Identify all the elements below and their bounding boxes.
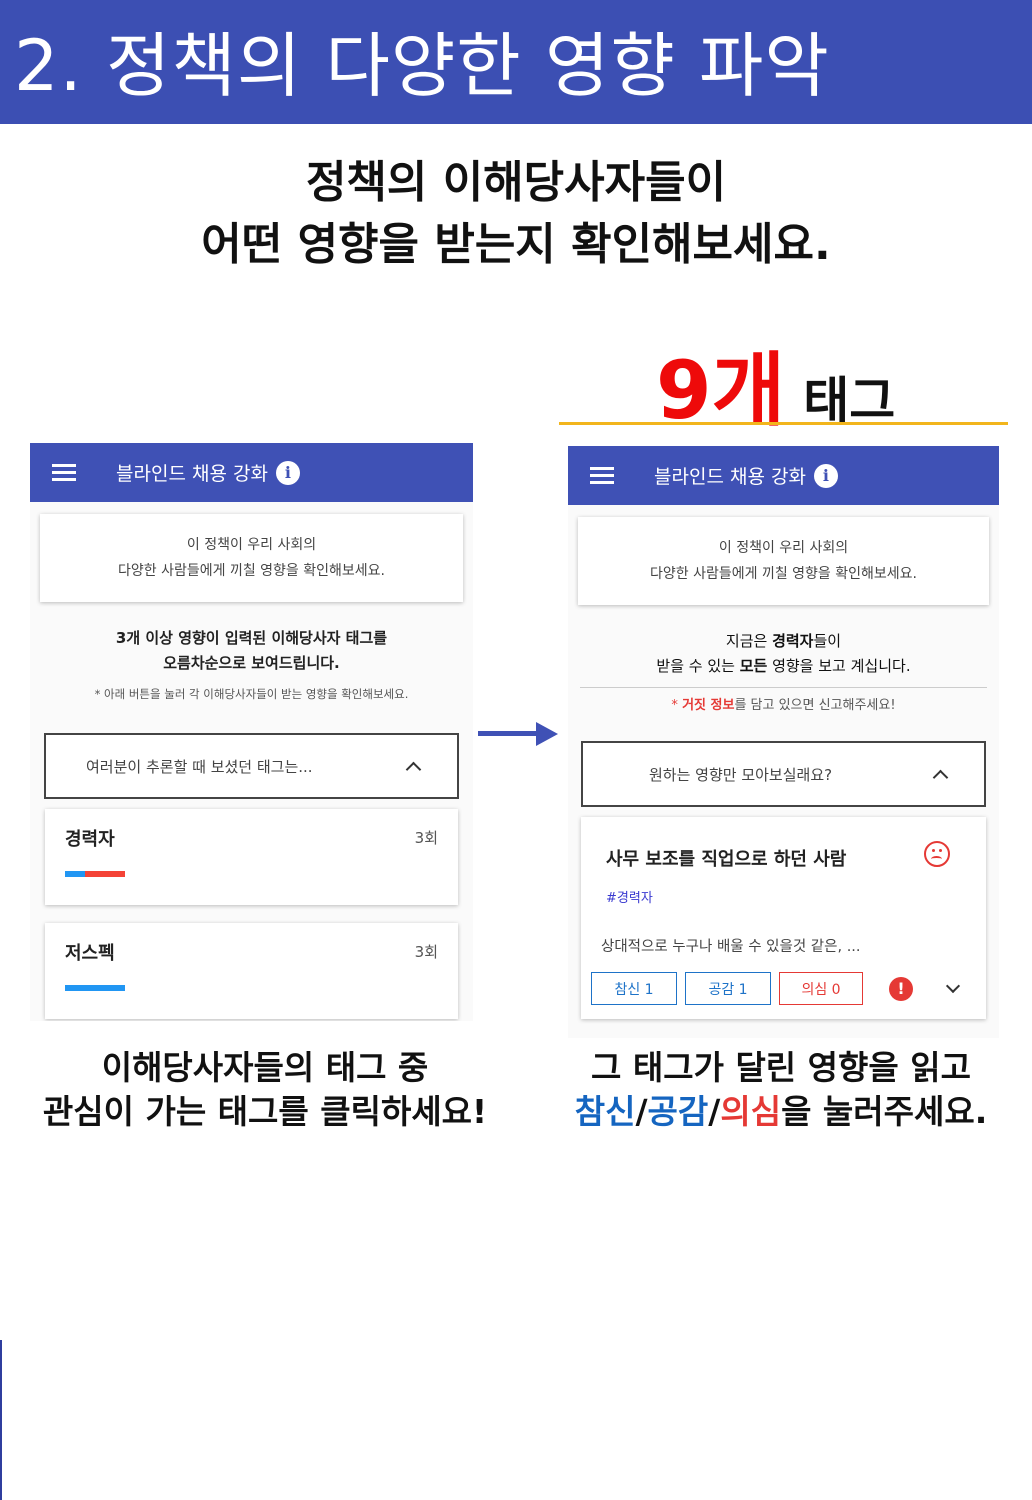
right-arrow-icon — [478, 722, 558, 746]
agree-button[interactable]: 참신 1 — [591, 972, 677, 1005]
menu-icon[interactable] — [52, 460, 76, 485]
status-info: 지금은 경력자들이 받을 수 있는 모든 영향을 보고 계십니다. — [568, 629, 999, 679]
tag-dropdown-label: 여러분이 추론할 때 보셨던 태그는... — [86, 757, 313, 776]
right-caption: 그 태그가 달린 영향을 읽고 참신/공감/의심을 눌러주세요. — [530, 1046, 1032, 1134]
app-bar: 블라인드 채용 강화 i — [30, 443, 473, 502]
left-caption: 이해당사자들의 태그 중 관심이 가는 태그를 클릭하세요! — [0, 1046, 530, 1134]
report-alert-icon[interactable]: ! — [889, 976, 913, 1001]
right-caption-line-1: 그 태그가 달린 영향을 읽고 — [591, 1048, 971, 1087]
tag-reaction-bar — [65, 985, 125, 991]
tag-info-line-2: 오름차순으로 보여드립니다. — [163, 654, 340, 672]
info-icon[interactable]: i — [813, 463, 838, 488]
chevron-up-icon — [932, 769, 949, 785]
tag-bar-segment — [85, 871, 125, 877]
vote-buttons: 참신 1 공감 1 의심 0 ! — [591, 972, 963, 1005]
status-line-2: 받을 수 있는 모든 영향을 보고 계십니다. — [656, 657, 911, 675]
tag-bar-segment — [65, 985, 125, 991]
info-icon[interactable]: i — [275, 460, 300, 485]
tag-count-label: 3회 — [414, 943, 438, 961]
impact-hashtag[interactable]: #경력자 — [606, 887, 653, 906]
tag-info-hint: * 아래 버튼을 눌러 각 이해당사자들이 받는 영향을 확인해보세요. — [94, 687, 409, 701]
tag-name: 경력자 — [65, 829, 115, 850]
chevron-down-icon — [945, 978, 961, 993]
subtitle-line-1: 정책의 이해당사자들이 — [305, 157, 727, 208]
report-notice: * 거짓 정보를 담고 있으면 신고해주세요! — [671, 698, 896, 713]
intro-line-2: 다양한 사람들에게 끼칠 영향을 확인해보세요. — [118, 563, 385, 579]
tag-card[interactable]: 저스펙 3회 — [45, 923, 458, 1019]
tag-count-label: 3회 — [414, 829, 438, 847]
intro-line-1: 이 정책이 우리 사회의 — [186, 537, 317, 553]
intro-card: 이 정책이 우리 사회의 다양한 사람들에게 끼칠 영향을 확인해보세요. — [578, 517, 989, 605]
left-caption-line-1: 이해당사자들의 태그 중 — [101, 1048, 429, 1087]
intro-card: 이 정책이 우리 사회의 다양한 사람들에게 끼칠 영향을 확인해보세요. — [40, 514, 463, 602]
right-phone-screenshot: 블라인드 채용 강화 i 이 정책이 우리 사회의 다양한 사람들에게 끼칠 영… — [568, 446, 999, 1038]
left-phone-screenshot: 블라인드 채용 강화 i 이 정책이 우리 사회의 다양한 사람들에게 끼칠 영… — [30, 443, 473, 1021]
app-bar: 블라인드 채용 강화 i — [568, 446, 999, 505]
status-tag: 경력자 — [772, 632, 814, 650]
tag-dropdown[interactable]: 여러분이 추론할 때 보셨던 태그는... — [44, 733, 459, 799]
expand-button[interactable] — [943, 978, 963, 999]
left-caption-line-2: 관심이 가는 태그를 클릭하세요! — [42, 1092, 488, 1131]
subtitle-line-2: 어떤 영향을 받는지 확인해보세요. — [201, 219, 831, 270]
impact-card: 사무 보조를 직업으로 하던 사람 #경력자 상대적으로 누구나 배울 수 있을… — [581, 817, 986, 1019]
banner-title: 2. 정책의 다양한 영향 파악 — [14, 25, 830, 107]
sad-face-icon — [924, 841, 950, 867]
chevron-up-icon — [405, 761, 422, 777]
edge-line — [0, 1340, 2, 1500]
status-line-1: 지금은 경력자들이 — [725, 632, 842, 650]
report-highlight: 거짓 정보 — [682, 698, 735, 713]
intro-line-1: 이 정책이 우리 사회의 — [718, 540, 849, 556]
impact-filter-dropdown[interactable]: 원하는 영향만 모아보실래요? — [581, 741, 986, 807]
tag-name: 저스펙 — [65, 943, 115, 964]
tag-bar-segment — [65, 871, 85, 877]
tag-count-underline — [559, 422, 1008, 425]
menu-icon[interactable] — [590, 463, 614, 488]
doubt-button[interactable]: 의심 0 — [779, 972, 863, 1005]
impact-filter-label: 원하는 영향만 모아보실래요? — [649, 765, 833, 784]
tag-reaction-bar — [65, 871, 125, 877]
divider — [580, 687, 987, 688]
right-caption-line-2: 참신/공감/의심을 눌러주세요. — [574, 1092, 988, 1131]
tag-info-line-1: 3개 이상 영향이 입력된 이해당사자 태그를 — [115, 629, 388, 647]
intro-line-2: 다양한 사람들에게 끼칠 영향을 확인해보세요. — [650, 566, 917, 582]
header-banner: 2. 정책의 다양한 영향 파악 — [0, 0, 1032, 124]
impact-title: 사무 보조를 직업으로 하던 사람 — [606, 849, 847, 870]
tag-info: 3개 이상 영향이 입력된 이해당사자 태그를 오름차순으로 보여드립니다. *… — [30, 626, 473, 707]
app-title: 블라인드 채용 강화 — [654, 466, 806, 488]
app-title: 블라인드 채용 강화 — [116, 463, 268, 485]
impact-snippet: 상대적으로 누구나 배울 수 있을것 같은, ... — [601, 939, 861, 955]
subtitle: 정책의 이해당사자들이 어떤 영향을 받는지 확인해보세요. — [0, 152, 1032, 276]
empathy-button[interactable]: 공감 1 — [685, 972, 771, 1005]
tag-card[interactable]: 경력자 3회 — [45, 809, 458, 905]
